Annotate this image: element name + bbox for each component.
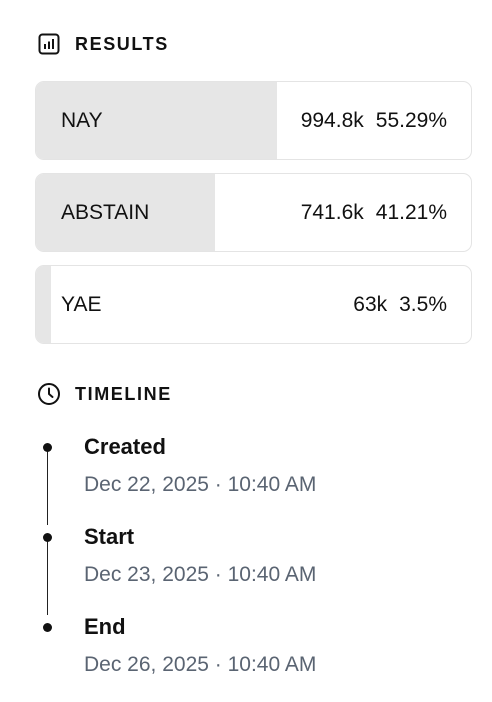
timeline-dot	[43, 443, 52, 452]
timeline-item-time: Dec 23, 2025 · 10:40 AM	[84, 563, 317, 586]
result-label: ABSTAIN	[61, 200, 150, 224]
result-percent: 41.21%	[375, 200, 447, 224]
timeline-item-created: Created Dec 22, 2025 · 10:40 AM	[36, 432, 456, 522]
results-title: RESULTS	[75, 33, 169, 54]
result-votes: 63k	[353, 292, 388, 316]
results-list: NAY 994.8k 55.29% ABSTAIN 741.6k 41.21% …	[35, 81, 472, 357]
result-bar-fill	[36, 266, 52, 343]
timeline-header: TIMELINE	[37, 382, 172, 406]
timeline: Created Dec 22, 2025 · 10:40 AM Start De…	[36, 432, 456, 702]
result-votes: 994.8k	[300, 108, 364, 132]
timeline-item-time: Dec 26, 2025 · 10:40 AM	[84, 653, 317, 676]
timeline-item-start: Start Dec 23, 2025 · 10:40 AM	[36, 522, 456, 612]
timeline-title: TIMELINE	[75, 383, 172, 404]
result-values: 741.6k 41.21%	[301, 174, 447, 251]
results-header: RESULTS	[37, 32, 169, 56]
result-values: 63k 3.5%	[353, 266, 447, 343]
clock-icon	[37, 382, 61, 406]
result-row-yae: YAE 63k 3.5%	[35, 265, 472, 344]
result-label: YAE	[61, 292, 102, 316]
bar-chart-icon	[37, 32, 61, 56]
result-row-abstain: ABSTAIN 741.6k 41.21%	[35, 173, 472, 252]
timeline-dot	[43, 533, 52, 542]
result-votes: 741.6k	[300, 200, 364, 224]
timeline-item-label: Created	[84, 434, 166, 459]
result-label: NAY	[61, 108, 103, 132]
timeline-dot	[43, 623, 52, 632]
timeline-item-label: End	[84, 614, 126, 639]
timeline-item-label: Start	[84, 524, 135, 549]
timeline-item-time: Dec 22, 2025 · 10:40 AM	[84, 473, 317, 496]
result-percent: 3.5%	[399, 292, 447, 316]
result-percent: 55.29%	[375, 108, 447, 132]
result-values: 994.8k 55.29%	[301, 82, 447, 159]
timeline-item-end: End Dec 26, 2025 · 10:40 AM	[36, 612, 456, 702]
result-row-nay: NAY 994.8k 55.29%	[35, 81, 472, 160]
